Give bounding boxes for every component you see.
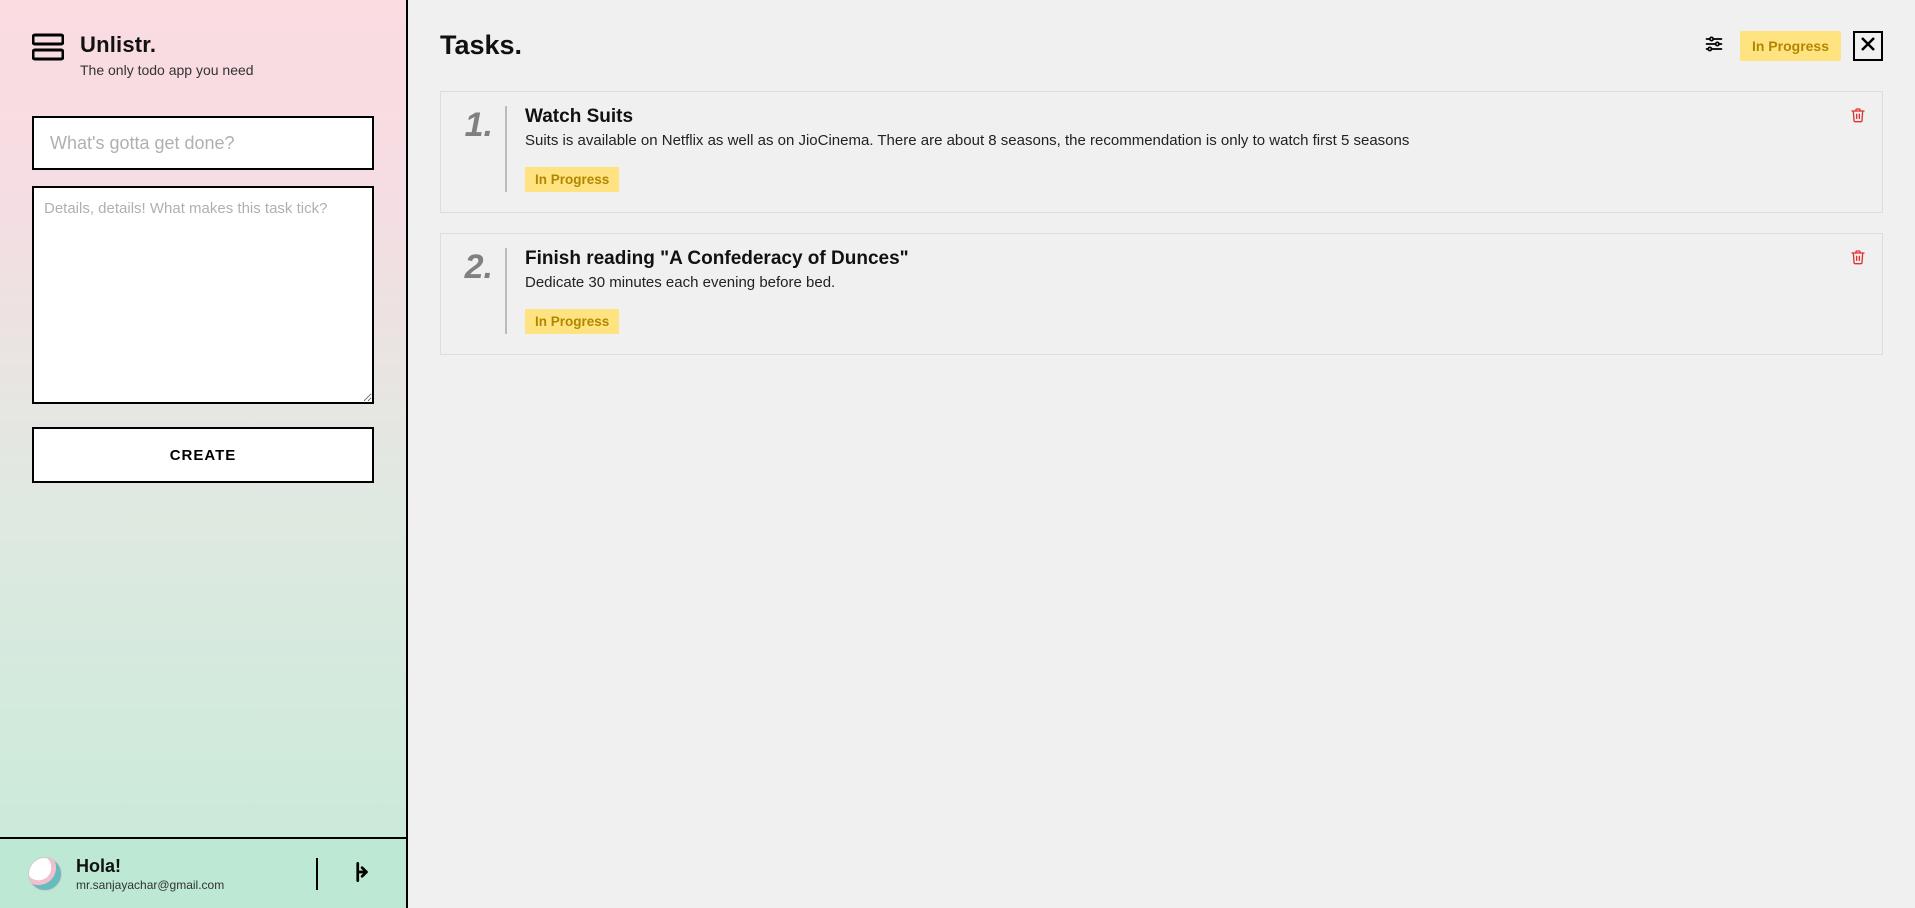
task-description: Suits is available on Netflix as well as… (525, 132, 1862, 149)
task-card[interactable]: 1. Watch Suits Suits is available on Net… (440, 91, 1883, 213)
task-description: Dedicate 30 minutes each evening before … (525, 274, 1862, 291)
main-header: Tasks. In Progress (440, 30, 1883, 61)
task-title: Watch Suits (525, 106, 1862, 128)
status-badge: In Progress (525, 167, 619, 192)
logout-button[interactable] (344, 855, 378, 892)
status-badge: In Progress (525, 309, 619, 334)
divider (316, 858, 318, 890)
main: Tasks. In Progress 1. Watch Suits (408, 0, 1915, 908)
sidebar-main: Unlistr. The only todo app you need CREA… (0, 0, 406, 837)
delete-button[interactable] (1848, 104, 1868, 129)
user-greeting: Hola! (76, 856, 290, 877)
task-body: Watch Suits Suits is available on Netfli… (525, 106, 1862, 192)
clear-filter-button[interactable] (1853, 31, 1883, 61)
avatar (28, 857, 62, 891)
user-info: Hola! mr.sanjayachar@gmail.com (76, 856, 290, 892)
list-icon (32, 32, 64, 62)
brand-subtitle: The only todo app you need (80, 62, 254, 78)
task-number: 1. (457, 108, 493, 142)
task-details-input[interactable] (32, 186, 374, 404)
task-body: Finish reading "A Confederacy of Dunces"… (525, 248, 1862, 334)
logout-icon (348, 873, 374, 888)
task-card[interactable]: 2. Finish reading "A Confederacy of Dunc… (440, 233, 1883, 355)
divider (505, 106, 507, 192)
sidebar: Unlistr. The only todo app you need CREA… (0, 0, 408, 908)
task-number: 2. (457, 250, 493, 284)
sliders-icon (1704, 42, 1724, 57)
user-email: mr.sanjayachar@gmail.com (76, 878, 290, 892)
task-list: 1. Watch Suits Suits is available on Net… (440, 91, 1883, 355)
task-title-input[interactable] (32, 116, 374, 170)
create-button[interactable]: CREATE (32, 427, 374, 483)
close-icon (1860, 36, 1876, 55)
divider (505, 248, 507, 334)
trash-icon (1850, 254, 1866, 269)
sidebar-footer: Hola! mr.sanjayachar@gmail.com (0, 837, 406, 908)
delete-button[interactable] (1848, 246, 1868, 271)
page-title: Tasks. (440, 30, 1700, 61)
trash-icon (1850, 112, 1866, 127)
filter-button[interactable] (1700, 30, 1728, 61)
brand-title: Unlistr. (80, 32, 254, 58)
task-title: Finish reading "A Confederacy of Dunces" (525, 248, 1862, 270)
filter-chip[interactable]: In Progress (1740, 31, 1841, 61)
brand: Unlistr. The only todo app you need (32, 32, 374, 78)
